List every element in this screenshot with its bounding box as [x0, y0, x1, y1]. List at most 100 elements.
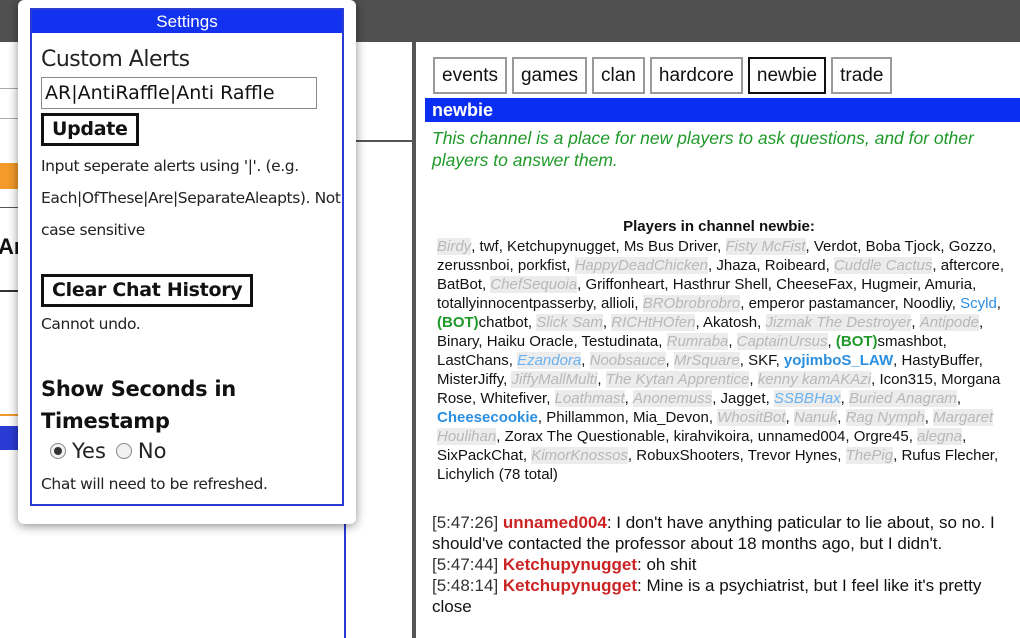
- player-name[interactable]: SixPackChat: [437, 447, 523, 464]
- no-label[interactable]: No: [138, 439, 167, 463]
- refresh-note: Chat will need to be refreshed.: [41, 475, 268, 493]
- player-name[interactable]: Rumraba: [666, 333, 729, 350]
- player-name[interactable]: emperor pastamancer: [749, 295, 895, 312]
- update-button[interactable]: Update: [41, 113, 139, 146]
- player-name[interactable]: Antipode: [919, 314, 979, 331]
- player-name[interactable]: Phillammon: [546, 409, 624, 426]
- custom-alerts-input[interactable]: [41, 77, 317, 109]
- player-name[interactable]: MisterJiffy: [437, 371, 503, 388]
- yes-radio[interactable]: [50, 443, 66, 459]
- player-name[interactable]: kirahvikoira: [674, 428, 750, 445]
- player-name[interactable]: Loathmast: [554, 390, 625, 407]
- yes-label[interactable]: Yes: [72, 439, 106, 463]
- player-name[interactable]: Gozzo: [949, 238, 992, 255]
- player-name[interactable]: Rufus Flecher: [901, 447, 994, 464]
- player-name[interactable]: Slick Sam: [536, 314, 603, 331]
- player-name[interactable]: CaptainUrsus: [736, 333, 828, 350]
- tab-events[interactable]: events: [433, 57, 507, 94]
- message-username[interactable]: Ketchupynugget: [503, 576, 637, 595]
- player-name[interactable]: WhositBot: [717, 409, 786, 426]
- background-divider: [0, 88, 18, 89]
- player-name[interactable]: Jizmak The Destroyer: [765, 314, 912, 331]
- player-name[interactable]: Amuria: [925, 276, 973, 293]
- player-name[interactable]: Jagget: [721, 390, 766, 407]
- player-name[interactable]: alegna: [917, 428, 963, 445]
- player-name[interactable]: Griffonheart: [585, 276, 664, 293]
- tab-newbie[interactable]: newbie: [747, 57, 827, 94]
- player-name[interactable]: Mia_Devon: [633, 409, 709, 426]
- player-name[interactable]: Noodliy: [903, 295, 952, 312]
- player-name[interactable]: Boba Tjock: [866, 238, 941, 255]
- player-name[interactable]: Jhaza: [716, 257, 756, 274]
- tab-games[interactable]: games: [511, 57, 588, 94]
- player-name[interactable]: MrSquare: [673, 352, 740, 369]
- player-name[interactable]: Anonemuss: [632, 390, 713, 407]
- player-name[interactable]: Orgre45: [854, 428, 909, 445]
- player-name[interactable]: Binary: [437, 333, 478, 350]
- player-name[interactable]: Birdy: [437, 238, 472, 255]
- clear-chat-history-button[interactable]: Clear Chat History: [41, 274, 254, 307]
- player-name[interactable]: smashbot: [878, 333, 943, 350]
- player-name[interactable]: SSBBHax: [773, 390, 841, 407]
- player-name[interactable]: Whitefiver: [480, 390, 546, 407]
- player-name[interactable]: twf: [480, 238, 499, 255]
- player-name[interactable]: porkfist: [518, 257, 566, 274]
- player-name[interactable]: SKF: [748, 352, 776, 369]
- player-name[interactable]: RobuxShooters: [636, 447, 739, 464]
- player-name[interactable]: chatbot: [479, 314, 528, 331]
- player-name[interactable]: KimorKnossos: [531, 447, 628, 464]
- player-name[interactable]: totallyinnocentpasserby: [437, 295, 593, 312]
- player-name[interactable]: Ezandora: [517, 352, 582, 369]
- player-name[interactable]: Noobsauce: [589, 352, 666, 369]
- message-username[interactable]: unnamed004: [503, 513, 607, 532]
- player-name[interactable]: Ms Bus Driver: [624, 238, 717, 255]
- player-name[interactable]: Buried Anagram: [848, 390, 957, 407]
- player-name[interactable]: Akatosh: [703, 314, 757, 331]
- no-radio[interactable]: [115, 443, 132, 459]
- player-name[interactable]: aftercore: [941, 257, 1000, 274]
- player-name[interactable]: CheeseFax: [776, 276, 853, 293]
- player-name[interactable]: Hugmeir: [861, 276, 917, 293]
- background-orange-bar: [0, 163, 18, 189]
- player-name[interactable]: Hasthrur Shell: [673, 276, 768, 293]
- player-name[interactable]: JiffyMallMulti: [511, 371, 598, 388]
- player-name[interactable]: Zorax The Questionable: [505, 428, 666, 445]
- player-name[interactable]: BatBot: [437, 276, 482, 293]
- player-name[interactable]: LastChans: [437, 352, 509, 369]
- player-name[interactable]: Nanuk: [793, 409, 838, 426]
- player-name[interactable]: zerussnboi: [437, 257, 510, 274]
- player-name[interactable]: BRObrobrobro: [642, 295, 741, 312]
- player-name[interactable]: Rag Nymph: [845, 409, 925, 426]
- message-username[interactable]: Ketchupynugget: [503, 555, 637, 574]
- player-name[interactable]: Cuddle Cactus: [833, 257, 933, 274]
- show-seconds-heading: Show Seconds in Timestamp: [41, 377, 236, 433]
- player-name[interactable]: ChefSequoia: [490, 276, 578, 293]
- player-name[interactable]: Scyld: [960, 295, 997, 312]
- player-name[interactable]: Icon315: [879, 371, 932, 388]
- player-name[interactable]: Haiku Oracle: [487, 333, 574, 350]
- custom-alerts-label: Custom Alerts: [41, 47, 190, 72]
- tab-hardcore[interactable]: hardcore: [649, 57, 743, 94]
- player-name[interactable]: Roibeard: [765, 257, 826, 274]
- player-name[interactable]: Ketchupynugget: [507, 238, 615, 255]
- player-name[interactable]: RICHtHOfen: [611, 314, 696, 331]
- tab-trade[interactable]: trade: [831, 57, 893, 94]
- player-name[interactable]: Verdot: [814, 238, 857, 255]
- cannot-undo-note: Cannot undo.: [41, 315, 141, 333]
- player-name[interactable]: Testudinata: [582, 333, 659, 350]
- player-name[interactable]: unnamed004: [758, 428, 846, 445]
- player-name[interactable]: ThePig: [845, 447, 894, 464]
- player-name[interactable]: Lichylich: [437, 466, 495, 483]
- tab-clan[interactable]: clan: [592, 57, 645, 94]
- player-name[interactable]: kenny kamAKAzi: [757, 371, 872, 388]
- player-name[interactable]: Trevor Hynes: [748, 447, 837, 464]
- player-name[interactable]: The Kytan Apprentice: [605, 371, 750, 388]
- player-name[interactable]: Cheesecookie: [437, 409, 538, 426]
- player-name[interactable]: allioli: [601, 295, 634, 312]
- background-orange-line: [0, 414, 18, 416]
- player-name[interactable]: HappyDeadChicken: [574, 257, 709, 274]
- player-name[interactable]: Fisty McFist: [725, 238, 806, 255]
- player-name[interactable]: HastyBuffer: [901, 352, 978, 369]
- player-name[interactable]: yojimboS_LAW: [784, 352, 893, 369]
- pane-divider[interactable]: [412, 42, 416, 638]
